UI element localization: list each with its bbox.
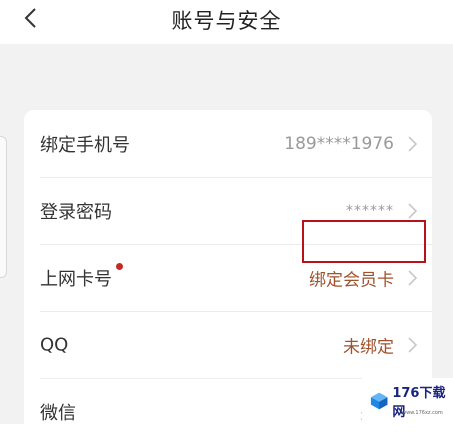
row-label: 绑定手机号 <box>40 134 130 156</box>
side-panel-edge <box>0 136 7 278</box>
watermark-url: www.176xz.com <box>402 410 443 416</box>
chevron-right-icon <box>408 135 418 152</box>
row-label: 微信 <box>40 402 76 424</box>
page-title: 账号与安全 <box>171 9 282 33</box>
row-value: 189****1976 <box>284 133 394 154</box>
row-label: 上网卡号 <box>40 268 112 290</box>
watermark: 176下载网 www.176xz.com <box>362 378 453 424</box>
row-label: QQ <box>40 334 69 355</box>
notification-dot <box>116 263 123 270</box>
row-value: 未绑定 <box>343 337 394 357</box>
header-bar: 账号与安全 <box>0 0 453 40</box>
row-value: ****** <box>346 202 394 219</box>
row-label: 登录密码 <box>40 201 112 223</box>
cube-logo-icon <box>370 392 388 410</box>
highlight-box <box>302 220 426 263</box>
chevron-right-icon <box>408 336 418 353</box>
chevron-right-icon <box>408 202 418 219</box>
row-bind-phone[interactable]: 绑定手机号 189****1976 <box>24 110 432 177</box>
chevron-right-icon <box>408 269 418 286</box>
row-qq[interactable]: QQ 未绑定 <box>24 311 432 378</box>
row-value: 绑定会员卡 <box>309 270 394 290</box>
